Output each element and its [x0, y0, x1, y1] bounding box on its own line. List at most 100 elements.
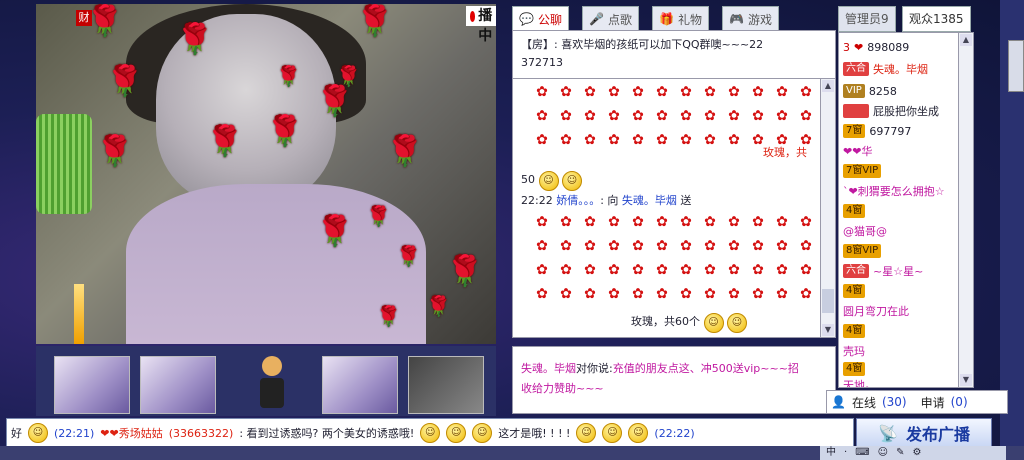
ticker-qq: (33663322)	[168, 426, 234, 440]
msg-user-link[interactable]: 娇倩。。。	[556, 194, 600, 207]
user-row[interactable]: ❤❤华	[843, 141, 872, 161]
queue-thumbnail[interactable]	[322, 356, 398, 414]
rose-icon: ✿	[704, 132, 716, 148]
smiley-icon: ☺	[602, 423, 623, 443]
user-row[interactable]: 7窗 697797	[843, 121, 911, 141]
rose-icon: 🌹	[396, 244, 421, 268]
user-name: ~星☆星~	[873, 265, 924, 278]
chat-bubble-icon: 💬	[519, 12, 534, 26]
user-icon: 👤	[831, 395, 846, 409]
rose-icon: 🌹	[86, 4, 124, 39]
rose-icon: ✿	[680, 214, 692, 230]
tab-audience[interactable]: 观众1385	[902, 6, 971, 32]
user-row[interactable]: 4窗	[843, 201, 866, 221]
user-row[interactable]: @猫哥@	[843, 221, 887, 241]
queue-thumbnail[interactable]	[54, 356, 130, 414]
user-row[interactable]: 4窗	[843, 321, 866, 341]
publish-broadcast-button[interactable]: 📡 发布广播	[856, 418, 992, 448]
rose-icon: ✿	[608, 132, 620, 148]
rose-icon: ✿	[560, 238, 572, 254]
ticker-time: (22:21)	[54, 426, 95, 440]
gift-count-partial: 50	[521, 173, 535, 186]
user-badge: 3	[843, 40, 850, 54]
scroll-down-icon[interactable]: ▼	[822, 324, 834, 336]
user-row[interactable]: VIP 8258	[843, 81, 897, 101]
user-row[interactable]: 4窗	[843, 281, 866, 301]
user-row[interactable]: 六合 失魂。毕烟	[843, 59, 928, 79]
rose-icon: ✿	[656, 132, 668, 148]
rose-icon: ✿	[776, 286, 788, 302]
rose-icon: ✿	[608, 262, 620, 278]
rose-icon: ✿	[752, 238, 764, 254]
user-row[interactable]: 屁股把你坐成	[843, 101, 939, 121]
user-row[interactable]: 圆月弯刀在此	[843, 301, 909, 321]
tab-gifts[interactable]: 🎁 礼物	[652, 6, 709, 31]
rose-icon: ✿	[536, 108, 548, 124]
smiley-icon: ☺	[727, 313, 747, 333]
scroll-up-icon[interactable]: ▲	[960, 34, 972, 46]
ime-item[interactable]: ·	[844, 446, 847, 460]
queue-thumbnail[interactable]	[140, 356, 216, 414]
rose-icon: 🌹	[366, 204, 391, 228]
smiley-icon: ☺	[538, 171, 559, 191]
tab-song-request[interactable]: 🎤 点歌	[582, 6, 639, 31]
window-scrollbar[interactable]	[1008, 40, 1024, 92]
rose-icon: ✿	[632, 238, 644, 254]
user-row[interactable]: 3 ❤ 898089	[843, 37, 909, 57]
tab-admins[interactable]: 管理员9	[838, 6, 896, 32]
tab-label: 游戏	[747, 12, 772, 27]
rose-icon: ✿	[704, 262, 716, 278]
msg-mid: : 向	[600, 194, 619, 207]
rose-icon: ✿	[704, 238, 716, 254]
rose-icon: ✿	[800, 108, 812, 124]
chat-scrollbar[interactable]: ▲ ▼	[820, 78, 836, 338]
rose-icon: ✿	[560, 132, 572, 148]
rose-icon: ✿	[704, 108, 716, 124]
pen-icon[interactable]: ✎	[896, 446, 904, 460]
live-status: 直播中	[466, 6, 496, 44]
user-row[interactable]: 六合 ~星☆星~	[843, 261, 923, 281]
user-row[interactable]: 8窗VIP	[843, 241, 882, 261]
rose-icon: ✿	[656, 84, 668, 100]
private-sender-link[interactable]: 失魂。毕烟	[521, 362, 576, 375]
live-video[interactable]: 财 直播中 🌹 🌹 🌹 🌹 🌹 🌹 🌹 🌹 🌹 🌹 🌹 🌹 🌹 🌹 🌹 🌹 🌹	[36, 4, 496, 344]
ime-item[interactable]: 中	[826, 446, 836, 460]
user-row[interactable]: 7窗VIP	[843, 161, 882, 181]
rose-icon: ✿	[584, 238, 596, 254]
avatar-cartoon-icon[interactable]	[254, 356, 290, 412]
volume-meter[interactable]	[74, 284, 84, 344]
rose-icon: ✿	[584, 286, 596, 302]
settings-icon[interactable]: ⚙	[912, 446, 921, 460]
rose-icon: 🌹	[206, 124, 244, 159]
emoji-icon[interactable]: ☺	[878, 446, 888, 460]
user-list-scrollbar[interactable]: ▲ ▼	[958, 32, 974, 388]
user-row[interactable]: `❤刺猬要怎么拥抱☆	[843, 181, 945, 201]
msg-target-link[interactable]: 失魂。毕烟	[622, 194, 677, 207]
smiley-icon: ☺	[28, 423, 48, 443]
rose-icon: ✿	[776, 214, 788, 230]
rose-icon: ✿	[776, 84, 788, 100]
rose-icon: ✿	[800, 286, 812, 302]
msg-verb: 送	[680, 194, 692, 207]
user-row[interactable]: 壳玛	[843, 341, 865, 361]
keyboard-icon[interactable]: ⌨	[855, 446, 869, 460]
live-label: 直播中	[478, 8, 493, 44]
user-name: `❤刺猬要怎么拥抱☆	[843, 185, 945, 198]
scroll-down-icon[interactable]: ▼	[960, 374, 972, 386]
online-label[interactable]: 在线	[852, 394, 876, 411]
tab-public-chat[interactable]: 💬 公聊	[512, 6, 569, 31]
private-chat-log: 失魂。毕烟对你说:充值的朋友点这、冲500送vip~~~招 收给力赞助~~~	[512, 346, 836, 414]
queue-thumbnail[interactable]	[408, 356, 484, 414]
rose-icon: ✿	[536, 238, 548, 254]
scroll-thumb[interactable]	[822, 289, 834, 313]
msg-continuation: 372713	[521, 56, 563, 69]
tab-games[interactable]: 🎮 游戏	[722, 6, 779, 31]
user-badge: 8窗VIP	[843, 244, 882, 258]
rose-icon: ✿	[728, 214, 740, 230]
user-row[interactable]: 天地。	[843, 375, 876, 387]
rose-icon: ✿	[752, 108, 764, 124]
rose-icon: ✿	[656, 214, 668, 230]
ticker-user-link[interactable]: ❤❤秀场姑姑	[100, 425, 162, 441]
apply-label[interactable]: 申请	[921, 394, 945, 411]
scroll-up-icon[interactable]: ▲	[822, 80, 834, 92]
